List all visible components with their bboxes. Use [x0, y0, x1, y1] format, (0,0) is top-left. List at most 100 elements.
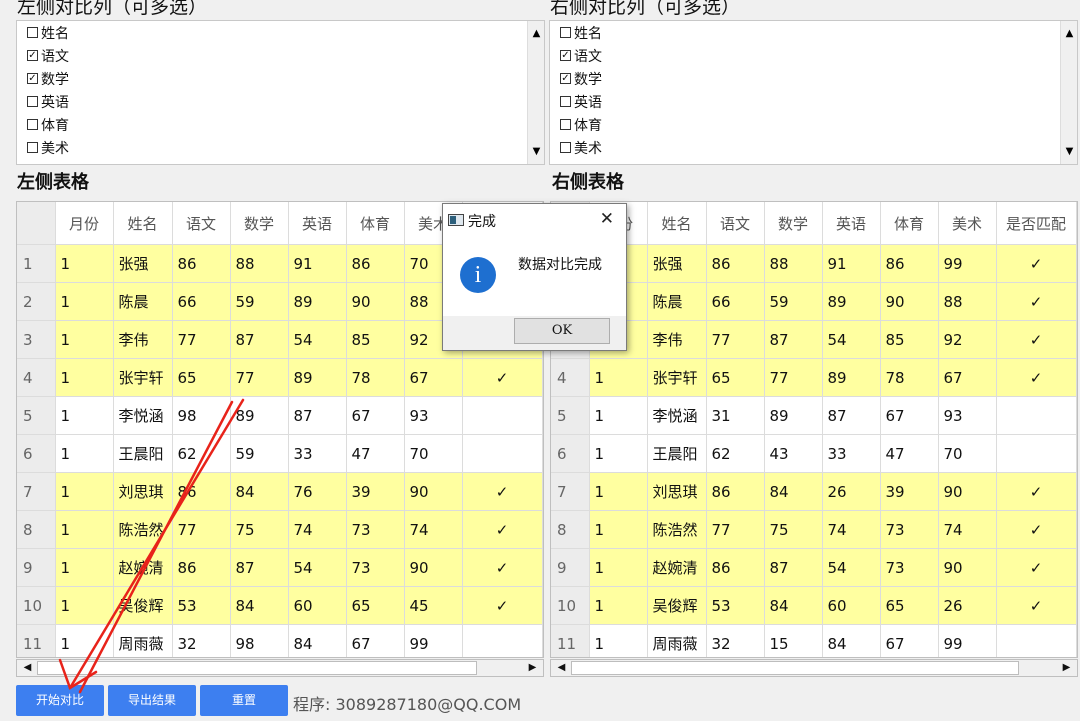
table-cell[interactable]: 59: [230, 282, 289, 321]
table-cell[interactable]: 67: [938, 358, 997, 397]
table-cell[interactable]: 吴俊辉: [113, 586, 173, 625]
match-cell[interactable]: ✓: [462, 548, 543, 587]
match-cell[interactable]: ✓: [996, 510, 1077, 549]
table-cell[interactable]: 66: [172, 282, 231, 321]
table-cell[interactable]: 70: [404, 434, 463, 473]
checkbox-option[interactable]: 体育: [560, 113, 602, 136]
table-cell[interactable]: 90: [938, 548, 997, 587]
right-grid-hscrollbar[interactable]: ◀ ▶: [550, 659, 1078, 677]
checkbox-option[interactable]: 美术: [27, 136, 69, 159]
table-cell[interactable]: 李伟: [647, 320, 707, 359]
table-cell[interactable]: 53: [172, 586, 231, 625]
table-cell[interactable]: 84: [288, 624, 347, 657]
table-cell[interactable]: 1: [589, 434, 648, 473]
ok-button[interactable]: OK: [514, 318, 610, 344]
table-cell[interactable]: 84: [822, 624, 881, 657]
checkbox-option[interactable]: ✓ 数学: [560, 67, 602, 90]
row-number[interactable]: 7: [551, 472, 590, 511]
table-cell[interactable]: 陈浩然: [647, 510, 707, 549]
table-cell[interactable]: 赵婉清: [647, 548, 707, 587]
table-cell[interactable]: 77: [764, 358, 823, 397]
table-cell[interactable]: 陈浩然: [113, 510, 173, 549]
table-cell[interactable]: 张宇轩: [113, 358, 173, 397]
table-row[interactable]: 21陈晨6659899088✓: [551, 282, 1077, 321]
table-cell[interactable]: 45: [404, 586, 463, 625]
table-cell[interactable]: 73: [346, 548, 405, 587]
column-header[interactable]: 是否匹配: [996, 202, 1077, 245]
checkbox-checked-icon[interactable]: ✓: [27, 73, 38, 84]
table-cell[interactable]: 87: [230, 320, 289, 359]
table-cell[interactable]: 26: [822, 472, 881, 511]
table-cell[interactable]: 77: [706, 510, 765, 549]
table-cell[interactable]: 73: [880, 510, 939, 549]
table-cell[interactable]: 67: [346, 624, 405, 657]
table-cell[interactable]: 84: [230, 586, 289, 625]
checkbox-checked-icon[interactable]: ✓: [560, 50, 571, 61]
column-header[interactable]: 姓名: [113, 202, 173, 245]
table-cell[interactable]: 1: [55, 282, 114, 321]
checkbox-option[interactable]: 姓名: [560, 21, 602, 44]
table-cell[interactable]: 77: [230, 358, 289, 397]
table-cell[interactable]: 刘思琪: [647, 472, 707, 511]
table-cell[interactable]: 60: [822, 586, 881, 625]
table-cell[interactable]: 张强: [647, 244, 707, 283]
table-cell[interactable]: 67: [880, 624, 939, 657]
table-row[interactable]: 11 1 周雨薇 32 98 84 67 99: [17, 624, 543, 657]
match-cell[interactable]: [996, 396, 1077, 435]
table-cell[interactable]: 86: [346, 244, 405, 283]
table-row[interactable]: 7 1 刘思琪 86 84 76 39 90 ✓: [17, 472, 543, 511]
column-header[interactable]: 语文: [706, 202, 765, 245]
close-icon[interactable]: ✕: [600, 209, 614, 229]
row-number[interactable]: 9: [551, 548, 590, 587]
table-cell[interactable]: 1: [589, 358, 648, 397]
table-cell[interactable]: 李悦涵: [647, 396, 707, 435]
table-cell[interactable]: 陈晨: [113, 282, 173, 321]
table-cell[interactable]: 33: [822, 434, 881, 473]
row-number[interactable]: 4: [551, 358, 590, 397]
scroll-left-icon[interactable]: ◀: [553, 660, 570, 676]
table-cell[interactable]: 周雨薇: [647, 624, 707, 657]
table-cell[interactable]: 67: [404, 358, 463, 397]
table-cell[interactable]: 66: [706, 282, 765, 321]
table-cell[interactable]: 74: [288, 510, 347, 549]
table-cell[interactable]: 88: [938, 282, 997, 321]
table-cell[interactable]: 1: [589, 586, 648, 625]
table-cell[interactable]: 73: [880, 548, 939, 587]
table-cell[interactable]: 84: [764, 586, 823, 625]
row-number[interactable]: 3: [17, 320, 56, 359]
match-cell[interactable]: ✓: [996, 586, 1077, 625]
table-cell[interactable]: 89: [288, 358, 347, 397]
table-cell[interactable]: 李伟: [113, 320, 173, 359]
table-cell[interactable]: 86: [706, 548, 765, 587]
table-cell[interactable]: 1: [55, 244, 114, 283]
table-row[interactable]: 8 1 陈浩然 77 75 74 73 74 ✓: [551, 510, 1077, 549]
table-cell[interactable]: 91: [288, 244, 347, 283]
column-header[interactable]: 体育: [880, 202, 939, 245]
row-number[interactable]: 5: [551, 396, 590, 435]
table-cell[interactable]: 77: [172, 320, 231, 359]
table-cell[interactable]: 87: [764, 320, 823, 359]
table-cell[interactable]: 85: [880, 320, 939, 359]
checkbox-checked-icon[interactable]: ✓: [27, 50, 38, 61]
row-number[interactable]: 8: [17, 510, 56, 549]
table-row[interactable]: 10 1 吴俊辉 53 84 60 65 45 ✓: [17, 586, 543, 625]
table-cell[interactable]: 87: [230, 548, 289, 587]
column-header[interactable]: 月份: [55, 202, 114, 245]
left-hscroll-thumb[interactable]: [37, 661, 477, 675]
table-cell[interactable]: 78: [880, 358, 939, 397]
table-cell[interactable]: 1: [589, 396, 648, 435]
table-row[interactable]: 4 1 张宇轩 65 77 89 78 67 ✓: [551, 358, 1077, 397]
match-cell[interactable]: ✓: [462, 358, 543, 397]
scroll-right-icon[interactable]: ▶: [1058, 660, 1075, 676]
table-cell[interactable]: 59: [230, 434, 289, 473]
right-checklist-scrollbar[interactable]: ▲ ▼: [1060, 21, 1077, 164]
table-cell[interactable]: 26: [938, 586, 997, 625]
checkbox-unchecked-icon[interactable]: [27, 96, 38, 107]
table-cell[interactable]: 43: [764, 434, 823, 473]
table-row[interactable]: 11张强8688918699✓: [551, 244, 1077, 283]
table-cell[interactable]: 65: [172, 358, 231, 397]
table-cell[interactable]: 84: [230, 472, 289, 511]
table-cell[interactable]: 93: [404, 396, 463, 435]
row-header-corner[interactable]: [17, 202, 56, 245]
table-row[interactable]: 4 1 张宇轩 65 77 89 78 67 ✓: [17, 358, 543, 397]
